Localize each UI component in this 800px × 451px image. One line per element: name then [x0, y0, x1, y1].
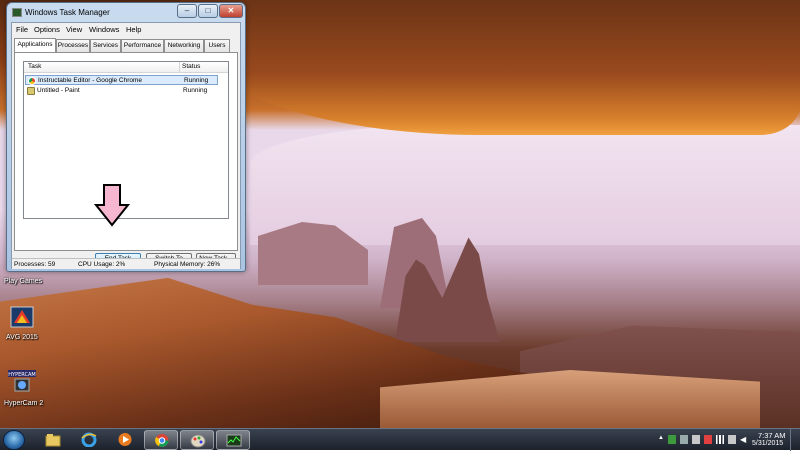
taskbar: ▲ ◀ 7:37 AM 5/31/2015	[0, 428, 800, 451]
status-cpu: CPU Usage: 2%	[78, 261, 126, 268]
task-manager-icon	[226, 434, 242, 447]
task-name: Instructable Editor - Google Chrome	[38, 77, 143, 84]
tab-applications[interactable]: Applications	[14, 38, 56, 52]
menubar: File Options View Windows Help	[12, 23, 240, 36]
task-row[interactable]: Instructable Editor - Google Chrome Runn…	[25, 75, 218, 85]
menu-options[interactable]: Options	[34, 25, 60, 34]
taskbar-media-player[interactable]	[108, 430, 142, 450]
menu-view[interactable]: View	[66, 25, 82, 34]
task-manager-window: Windows Task Manager – □ ✕ File Options …	[6, 2, 246, 272]
tab-services[interactable]: Services	[90, 39, 121, 52]
tab-performance[interactable]: Performance	[121, 39, 164, 52]
status-bar: Processes: 59 CPU Usage: 2% Physical Mem…	[12, 258, 240, 269]
action-center-icon[interactable]	[704, 435, 712, 444]
task-name: Untitled - Paint	[37, 87, 80, 94]
show-desktop-button[interactable]	[790, 429, 800, 451]
taskbar-paint[interactable]	[180, 430, 214, 450]
task-row[interactable]: Untitled - Paint Running	[25, 86, 218, 96]
menu-help[interactable]: Help	[126, 25, 141, 34]
hypercam-icon[interactable]: HYPERCAM	[8, 370, 36, 396]
paint-icon	[190, 434, 206, 448]
minimize-button[interactable]: –	[177, 4, 197, 18]
task-status: Running	[184, 77, 209, 84]
tab-processes[interactable]: Processes	[56, 39, 90, 52]
wallpaper-arch	[180, 0, 800, 135]
media-player-icon	[118, 433, 132, 446]
desktop-icon-avg-label[interactable]: AVG 2015	[6, 334, 38, 341]
clock-time[interactable]: 7:37 AM	[758, 431, 786, 440]
show-hidden-icons-icon[interactable]: ▲	[658, 435, 666, 444]
titlebar[interactable]: Windows Task Manager – □ ✕	[7, 3, 245, 21]
status-memory: Physical Memory: 26%	[154, 261, 221, 268]
column-divider[interactable]	[179, 62, 180, 73]
clock-date[interactable]: 5/31/2015	[752, 440, 783, 447]
menu-windows[interactable]: Windows	[89, 25, 119, 34]
down-arrow-annotation	[94, 184, 130, 227]
column-status[interactable]: Status	[182, 63, 200, 70]
desktop-icon-play-games-label[interactable]: Play Games	[4, 278, 42, 285]
tray-app-icon[interactable]	[668, 435, 676, 444]
hypercam-logo-text: HYPERCAM	[8, 372, 35, 378]
avg-icon[interactable]	[8, 305, 36, 331]
window-client: File Options View Windows Help Applicati…	[11, 22, 241, 269]
task-manager-icon	[12, 8, 22, 17]
windows-explorer-icon	[45, 434, 61, 447]
internet-explorer-icon	[81, 432, 97, 447]
battery-icon[interactable]	[728, 435, 736, 444]
task-status: Running	[183, 87, 208, 94]
start-button[interactable]	[3, 430, 25, 450]
taskbar-task-manager[interactable]	[216, 430, 250, 450]
maximize-button[interactable]: □	[198, 4, 218, 18]
chrome-icon	[28, 77, 36, 85]
taskbar-chrome[interactable]	[144, 430, 178, 450]
tray-printer-icon[interactable]	[680, 435, 688, 444]
status-processes: Processes: 59	[14, 261, 56, 268]
column-task[interactable]: Task	[28, 63, 41, 70]
menu-file[interactable]: File	[16, 25, 28, 34]
taskbar-internet-explorer[interactable]	[72, 430, 106, 450]
list-header: Task Status	[24, 62, 228, 73]
window-title: Windows Task Manager	[25, 8, 110, 17]
close-button[interactable]: ✕	[219, 4, 243, 18]
tab-networking[interactable]: Networking	[164, 39, 204, 52]
tab-users[interactable]: Users	[204, 39, 230, 52]
tray-device-icon[interactable]	[692, 435, 700, 444]
network-signal-icon[interactable]	[716, 435, 724, 444]
paint-icon	[27, 87, 35, 95]
taskbar-windows-explorer[interactable]	[36, 430, 70, 450]
desktop-icon-hypercam-label[interactable]: HyperCam 2	[4, 400, 43, 407]
volume-icon[interactable]: ◀	[740, 435, 748, 444]
chrome-icon	[155, 434, 169, 447]
